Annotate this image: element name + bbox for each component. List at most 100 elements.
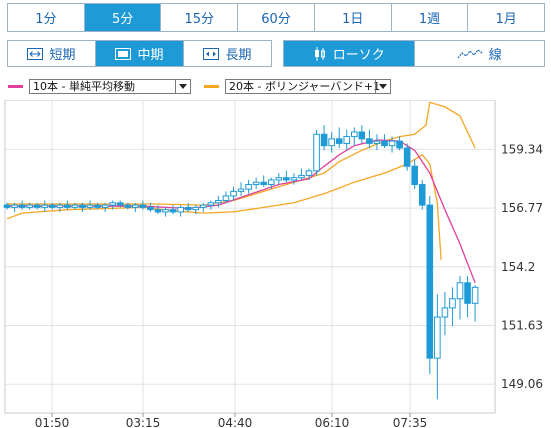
candle-body bbox=[267, 179, 275, 186]
ma-select[interactable]: 10本 - 単純平均移動 bbox=[29, 78, 191, 94]
candle-body bbox=[366, 138, 373, 144]
chevron-down-icon bbox=[175, 79, 190, 93]
candle-body bbox=[403, 147, 411, 167]
tab-60min[interactable]: 60分 bbox=[238, 4, 315, 31]
indicator-ma: 10本 - 単純平均移動 bbox=[8, 78, 191, 94]
bollinger-select[interactable]: 20本 - ボリンジャーバンド+1 bbox=[225, 78, 391, 94]
plot-area bbox=[4, 100, 496, 414]
candle-body bbox=[351, 131, 358, 138]
candle-body bbox=[124, 204, 132, 208]
candle-body bbox=[41, 204, 49, 208]
candle-body bbox=[184, 206, 192, 211]
y-tick-label: 156.77 bbox=[501, 201, 543, 215]
candlestick-label: ローソク bbox=[332, 48, 385, 63]
chart-type-buttons: ローソク 線 bbox=[283, 40, 545, 67]
y-tick-label: 154.2 bbox=[501, 260, 535, 274]
candle-body bbox=[200, 204, 207, 208]
candle-body bbox=[109, 202, 117, 206]
candle-body bbox=[147, 206, 154, 211]
x-tick-label: 07:35 bbox=[393, 416, 428, 428]
candle-body bbox=[305, 170, 313, 176]
candle-body bbox=[169, 209, 177, 213]
candle-body bbox=[71, 204, 79, 208]
candle-body bbox=[3, 204, 11, 208]
tab-15min[interactable]: 15分 bbox=[161, 4, 239, 31]
candle-body bbox=[94, 204, 101, 208]
candle-body bbox=[275, 177, 283, 181]
candle-body bbox=[116, 202, 124, 206]
candle-body bbox=[283, 177, 290, 181]
x-tick-label: 04:40 bbox=[218, 416, 253, 428]
candle-body bbox=[298, 174, 305, 179]
x-tick-label: 06:10 bbox=[315, 416, 350, 428]
tab-1month[interactable]: 1月 bbox=[468, 4, 545, 31]
candle-body bbox=[86, 204, 94, 208]
long-range-label: 長期 bbox=[225, 48, 252, 63]
y-tick-label: 149.06 bbox=[501, 377, 543, 391]
candle-body bbox=[245, 184, 252, 190]
ma-select-value: 10本 - 単純平均移動 bbox=[33, 80, 135, 93]
candle-body bbox=[33, 204, 41, 208]
mid-range-icon bbox=[115, 47, 132, 60]
short-range-button[interactable]: 短期 bbox=[8, 41, 96, 66]
tab-5min[interactable]: 5分 bbox=[84, 4, 162, 31]
y-tick-label: 151.63 bbox=[501, 318, 543, 332]
candle-body bbox=[381, 140, 388, 147]
candle-body bbox=[411, 165, 418, 186]
candle-body bbox=[222, 195, 230, 202]
candlestick-button[interactable]: ローソク bbox=[284, 41, 415, 66]
candle-body bbox=[426, 204, 434, 359]
y-tick-label: 159.34 bbox=[501, 142, 543, 156]
ma-swatch bbox=[8, 84, 23, 88]
candle-body bbox=[230, 190, 237, 197]
candle-body bbox=[328, 138, 335, 147]
x-tick-label: 03:15 bbox=[126, 416, 161, 428]
candle-body bbox=[343, 136, 351, 144]
candle-body bbox=[388, 140, 396, 147]
candlestick-icon bbox=[314, 46, 325, 61]
candle-body bbox=[373, 140, 381, 144]
candle-body bbox=[290, 177, 298, 181]
candle-body bbox=[396, 140, 403, 149]
tab-1week[interactable]: 1週 bbox=[391, 4, 469, 31]
candle-body bbox=[441, 307, 449, 318]
candle-body bbox=[192, 206, 200, 211]
candle-body bbox=[56, 204, 64, 208]
line-chart-label: 線 bbox=[488, 48, 502, 63]
mid-range-button[interactable]: 中期 bbox=[96, 41, 184, 66]
candle-body bbox=[418, 184, 426, 206]
candle-body bbox=[449, 298, 456, 309]
candle-body bbox=[215, 200, 222, 204]
candle-body bbox=[252, 181, 260, 186]
candle-body bbox=[154, 209, 162, 213]
short-range-label: 短期 bbox=[49, 48, 76, 63]
candle-body bbox=[101, 204, 109, 208]
candle-body bbox=[139, 204, 147, 208]
candle-body bbox=[464, 282, 471, 304]
candle-body bbox=[434, 316, 441, 359]
mid-range-label: 中期 bbox=[137, 48, 164, 63]
line-chart-icon bbox=[457, 48, 483, 58]
candle-body bbox=[471, 286, 479, 304]
tab-1day[interactable]: 1日 bbox=[314, 4, 392, 31]
candle-body bbox=[320, 133, 328, 147]
long-range-button[interactable]: 長期 bbox=[184, 41, 271, 66]
bollinger-select-value: 20本 - ボリンジャーバンド+1 bbox=[229, 80, 381, 93]
period-buttons: 短期 中期 長期 bbox=[7, 40, 272, 67]
price-chart: 159.34 156.77 154.2 151.63 149.06 01:50 03:15… bbox=[3, 100, 543, 428]
candle-body bbox=[335, 138, 343, 144]
indicator-bollinger: 20本 - ボリンジャーバンド+1 bbox=[204, 78, 391, 94]
x-tick-label: 01:50 bbox=[35, 416, 70, 428]
candle-body bbox=[26, 204, 33, 208]
tab-1min[interactable]: 1分 bbox=[8, 4, 85, 31]
candle-body bbox=[260, 181, 267, 186]
candle-body bbox=[456, 282, 464, 300]
bollinger-swatch bbox=[204, 84, 219, 88]
candle-body bbox=[79, 204, 86, 208]
candle-body bbox=[64, 204, 71, 208]
short-range-icon bbox=[27, 47, 44, 60]
candle-body bbox=[162, 209, 169, 213]
candle-body bbox=[11, 204, 18, 208]
candle-body bbox=[132, 204, 139, 208]
line-chart-button[interactable]: 線 bbox=[414, 41, 544, 66]
